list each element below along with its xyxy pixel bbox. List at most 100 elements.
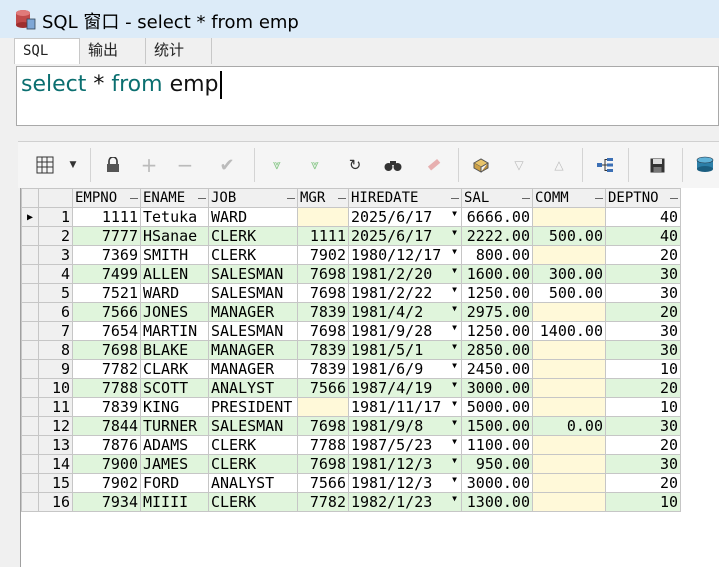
- row-indicator[interactable]: [21, 378, 39, 398]
- row-number[interactable]: 12: [38, 416, 73, 436]
- column-header-comm[interactable]: COMM: [532, 188, 606, 208]
- cell-hiredate[interactable]: 1981/4/2 ▼: [348, 302, 462, 322]
- table-row[interactable]: 4 7499 ALLEN SALESMAN 7698 1981/2/20 ▼ 1600.00 3…: [21, 264, 681, 284]
- cell-empno[interactable]: 7788: [72, 378, 141, 398]
- row-number-header[interactable]: [38, 188, 73, 208]
- table-row[interactable]: 11 7839 KING PRESIDENT 1981/11/17 ▼ 5000.00 10: [21, 397, 681, 417]
- cell-comm[interactable]: 1400.00: [532, 321, 606, 341]
- post-icon[interactable]: ✔: [216, 154, 238, 176]
- column-header-sal[interactable]: SAL: [461, 188, 533, 208]
- cell-empno[interactable]: 7499: [72, 264, 141, 284]
- column-header-deptno[interactable]: DEPTNO: [605, 188, 681, 208]
- date-dropdown-icon[interactable]: ▼: [452, 456, 457, 465]
- cell-comm[interactable]: [532, 397, 606, 417]
- column-header-mgr[interactable]: MGR: [297, 188, 349, 208]
- cell-job[interactable]: ANALYST: [208, 378, 298, 398]
- cell-comm[interactable]: [532, 473, 606, 493]
- cell-empno[interactable]: 1111: [72, 207, 141, 227]
- cell-sal[interactable]: 2222.00: [461, 226, 533, 246]
- table-row[interactable]: 16 7934 MIIII CLERK 7782 1982/1/23 ▼ 1300.00 10: [21, 492, 681, 512]
- filter-up-icon[interactable]: △: [548, 154, 570, 176]
- print-icon[interactable]: [694, 154, 716, 176]
- row-indicator[interactable]: [21, 492, 39, 512]
- fetch-last-icon[interactable]: ⩔: [304, 154, 326, 176]
- cell-mgr[interactable]: 7698: [297, 416, 349, 436]
- cell-hiredate[interactable]: 1981/12/3 ▼: [348, 454, 462, 474]
- row-indicator[interactable]: [21, 397, 39, 417]
- cell-deptno[interactable]: 10: [605, 397, 681, 417]
- export-icon[interactable]: [470, 154, 492, 176]
- cell-comm[interactable]: [532, 454, 606, 474]
- cell-deptno[interactable]: 30: [605, 264, 681, 284]
- cell-job[interactable]: SALESMAN: [208, 283, 298, 303]
- filter-down-icon[interactable]: ▽: [508, 154, 530, 176]
- cell-empno[interactable]: 7839: [72, 397, 141, 417]
- cell-ename[interactable]: KING: [140, 397, 209, 417]
- cell-empno[interactable]: 7900: [72, 454, 141, 474]
- table-row[interactable]: 10 7788 SCOTT ANALYST 7566 1987/4/19 ▼ 3000.00 2…: [21, 378, 681, 398]
- cell-empno[interactable]: 7777: [72, 226, 141, 246]
- cell-ename[interactable]: ALLEN: [140, 264, 209, 284]
- lock-icon[interactable]: [102, 154, 124, 176]
- cell-ename[interactable]: Tetuka: [140, 207, 209, 227]
- cell-mgr[interactable]: [297, 397, 349, 417]
- cell-comm[interactable]: [532, 378, 606, 398]
- cell-job[interactable]: WARD: [208, 207, 298, 227]
- column-header-hiredate[interactable]: HIREDATE: [348, 188, 462, 208]
- cell-mgr[interactable]: 7839: [297, 302, 349, 322]
- row-number[interactable]: 9: [38, 359, 73, 379]
- corner-cell[interactable]: [21, 188, 39, 208]
- cell-mgr[interactable]: 7788: [297, 435, 349, 455]
- cell-mgr[interactable]: [297, 207, 349, 227]
- cell-mgr[interactable]: 7839: [297, 359, 349, 379]
- table-row[interactable]: 7 7654 MARTIN SALESMAN 7698 1981/9/28 ▼ 1250.00…: [21, 321, 681, 341]
- cell-mgr[interactable]: 7698: [297, 321, 349, 341]
- date-dropdown-icon[interactable]: ▼: [452, 418, 457, 427]
- date-dropdown-icon[interactable]: ▼: [452, 494, 457, 503]
- table-row[interactable]: 6 7566 JONES MANAGER 7839 1981/4/2 ▼ 2975.00 20: [21, 302, 681, 322]
- cell-empno[interactable]: 7521: [72, 283, 141, 303]
- cell-deptno[interactable]: 40: [605, 207, 681, 227]
- table-row[interactable]: 13 7876 ADAMS CLERK 7788 1987/5/23 ▼ 1100.00 20: [21, 435, 681, 455]
- cell-empno[interactable]: 7698: [72, 340, 141, 360]
- fetch-next-icon[interactable]: ⩔: [266, 154, 288, 176]
- cell-sal[interactable]: 1100.00: [461, 435, 533, 455]
- cell-comm[interactable]: 300.00: [532, 264, 606, 284]
- cell-comm[interactable]: [532, 492, 606, 512]
- cell-ename[interactable]: SCOTT: [140, 378, 209, 398]
- date-dropdown-icon[interactable]: ▼: [452, 228, 457, 237]
- cell-job[interactable]: ANALYST: [208, 473, 298, 493]
- cell-deptno[interactable]: 20: [605, 435, 681, 455]
- cell-ename[interactable]: MIIII: [140, 492, 209, 512]
- row-number[interactable]: 11: [38, 397, 73, 417]
- cell-mgr[interactable]: 7566: [297, 378, 349, 398]
- row-number[interactable]: 2: [38, 226, 73, 246]
- cell-hiredate[interactable]: 1981/12/3 ▼: [348, 473, 462, 493]
- cell-deptno[interactable]: 30: [605, 321, 681, 341]
- row-number[interactable]: 7: [38, 321, 73, 341]
- cell-sal[interactable]: 2850.00: [461, 340, 533, 360]
- table-row[interactable]: 15 7902 FORD ANALYST 7566 1981/12/3 ▼ 3000.00 20: [21, 473, 681, 493]
- table-row[interactable]: 14 7900 JAMES CLERK 7698 1981/12/3 ▼ 950.00 30: [21, 454, 681, 474]
- table-row[interactable]: 8 7698 BLAKE MANAGER 7839 1981/5/1 ▼ 2850.00 30: [21, 340, 681, 360]
- cell-sal[interactable]: 5000.00: [461, 397, 533, 417]
- cell-empno[interactable]: 7782: [72, 359, 141, 379]
- tree-icon[interactable]: [594, 154, 616, 176]
- date-dropdown-icon[interactable]: ▼: [452, 209, 457, 218]
- cell-job[interactable]: MANAGER: [208, 302, 298, 322]
- cell-hiredate[interactable]: 1981/6/9 ▼: [348, 359, 462, 379]
- find-icon[interactable]: [382, 154, 404, 176]
- row-number[interactable]: 4: [38, 264, 73, 284]
- save-icon[interactable]: [646, 154, 668, 176]
- cell-hiredate[interactable]: 1987/5/23 ▼: [348, 435, 462, 455]
- column-header-empno[interactable]: EMPNO: [72, 188, 141, 208]
- date-dropdown-icon[interactable]: ▼: [452, 361, 457, 370]
- cell-deptno[interactable]: 30: [605, 283, 681, 303]
- cell-empno[interactable]: 7844: [72, 416, 141, 436]
- cell-hiredate[interactable]: 1981/5/1 ▼: [348, 340, 462, 360]
- result-grid[interactable]: EMPNO ENAME JOB MGR HIREDATE SAL COMM DE…: [20, 188, 719, 567]
- cell-sal[interactable]: 3000.00: [461, 378, 533, 398]
- cell-hiredate[interactable]: 1981/2/22 ▼: [348, 283, 462, 303]
- table-row[interactable]: 5 7521 WARD SALESMAN 7698 1981/2/22 ▼ 1250.00 50…: [21, 283, 681, 303]
- date-dropdown-icon[interactable]: ▼: [452, 475, 457, 484]
